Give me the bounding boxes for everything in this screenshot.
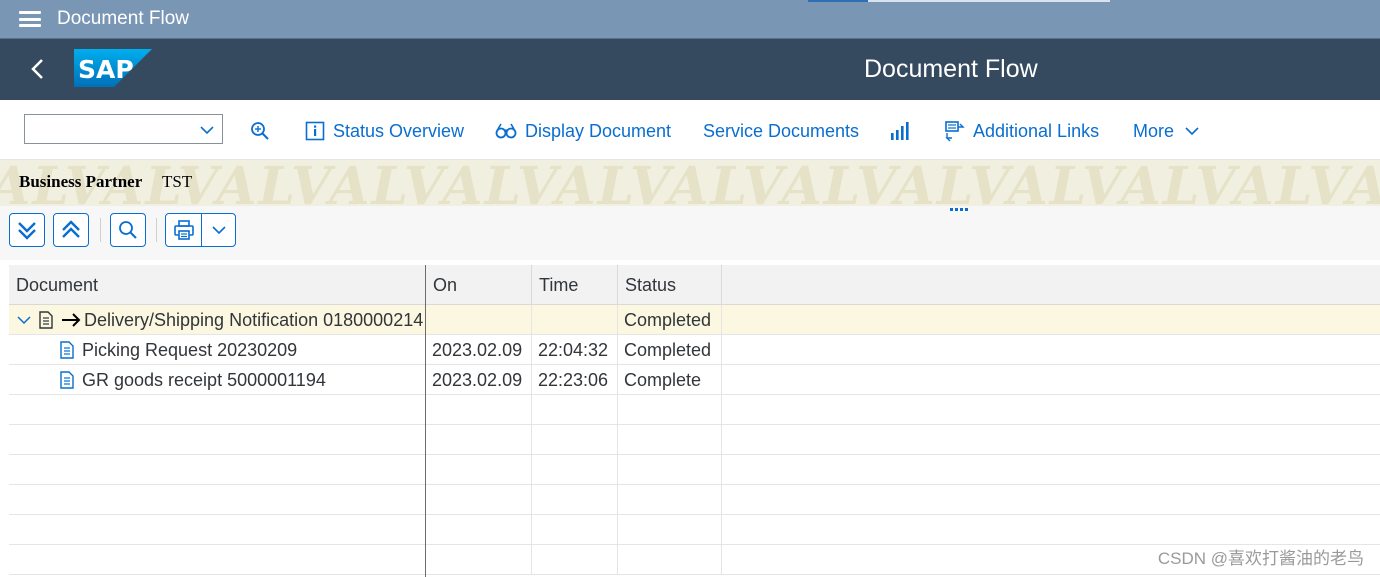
service-documents-label: Service Documents xyxy=(703,120,860,141)
toolbar-separator xyxy=(100,218,101,242)
find-in-list-button[interactable] xyxy=(110,213,146,247)
chevron-down-icon xyxy=(200,126,214,135)
display-document-label: Display Document xyxy=(525,120,672,141)
arrow-right-icon xyxy=(61,311,81,329)
column-header-on[interactable]: On xyxy=(426,265,532,305)
double-chevron-down-icon xyxy=(18,222,36,240)
alv-header-banner: ALVALVALVALVALVALVALVALVALVALVALVALVAL B… xyxy=(0,160,1380,206)
business-partner-label: Business Partner xyxy=(19,172,143,191)
app-header: SAP Document Flow xyxy=(0,38,1380,100)
double-chevron-up-icon xyxy=(62,220,80,238)
search-icon xyxy=(119,221,137,239)
menu-icon[interactable] xyxy=(19,11,41,27)
collapse-all-button[interactable] xyxy=(53,213,89,247)
document-icon xyxy=(58,340,76,360)
alv-toolbar xyxy=(0,206,1380,260)
date-cell: 2023.02.09 xyxy=(426,365,532,395)
column-divider[interactable] xyxy=(425,265,426,577)
additional-links-button[interactable]: Additional Links xyxy=(945,119,1099,143)
glasses-icon xyxy=(495,123,517,139)
document-cell[interactable]: Delivery/Shipping Notification 018000021… xyxy=(9,305,426,335)
additional-links-label: Additional Links xyxy=(973,120,1100,141)
app-toolbar: Status Overview Display Document Service… xyxy=(0,100,1380,160)
status-overview-label: Status Overview xyxy=(333,120,465,141)
shell-title: Document Flow xyxy=(57,8,189,29)
document-name: Delivery/Shipping Notification 018000021… xyxy=(84,309,424,330)
empty-row xyxy=(9,425,1380,455)
column-header-time[interactable]: Time xyxy=(532,265,618,305)
collapse-node-toggle[interactable] xyxy=(15,311,33,329)
filler-cell xyxy=(722,365,1380,395)
shell-bar: Document Flow xyxy=(0,0,1380,38)
chevron-down-icon xyxy=(1185,127,1199,136)
table-row[interactable]: Picking Request 20230209 2023.02.09 22:0… xyxy=(9,335,1380,365)
more-menu-button[interactable]: More xyxy=(1133,119,1208,143)
print-options-button[interactable] xyxy=(202,214,235,246)
chevron-down-icon xyxy=(17,316,31,325)
business-partner-value: TST xyxy=(162,172,193,191)
date-cell: 2023.02.09 xyxy=(426,335,532,365)
document-cell[interactable]: GR goods receipt 5000001194 xyxy=(9,365,426,395)
chevron-left-icon xyxy=(31,59,43,79)
zoom-search-icon xyxy=(251,122,269,140)
info-icon xyxy=(305,121,325,141)
printer-icon xyxy=(173,220,194,240)
document-flow-table: Document On Time Status Delivery/Shippin… xyxy=(9,265,1380,577)
toolbar-separator xyxy=(156,218,157,242)
alv-watermark: ALVALVALVALVALVALVALVALVALVALVALVALVAL xyxy=(0,160,1380,206)
find-button[interactable] xyxy=(250,119,278,143)
column-header-filler xyxy=(722,265,1380,305)
table-row[interactable]: Delivery/Shipping Notification 018000021… xyxy=(9,305,1380,335)
loading-progress-bar xyxy=(808,0,1110,2)
document-icon xyxy=(37,310,55,330)
service-documents-button[interactable]: Service Documents xyxy=(703,119,859,143)
time-cell: 22:04:32 xyxy=(532,335,618,365)
sap-logo: SAP xyxy=(74,49,152,87)
filler-cell xyxy=(722,305,1380,335)
document-cell[interactable]: Picking Request 20230209 xyxy=(9,335,426,365)
page-title: Document Flow xyxy=(864,55,1038,83)
links-icon xyxy=(945,121,965,142)
empty-row xyxy=(9,485,1380,515)
empty-row xyxy=(9,515,1380,545)
chart-button[interactable] xyxy=(890,119,918,143)
status-overview-button[interactable]: Status Overview xyxy=(305,119,464,143)
splitter-handle[interactable] xyxy=(950,208,968,211)
filler-cell xyxy=(722,335,1380,365)
status-cell: Completed xyxy=(618,335,722,365)
print-button[interactable] xyxy=(166,214,202,246)
table-row[interactable]: GR goods receipt 5000001194 2023.02.09 2… xyxy=(9,365,1380,395)
chevron-down-icon xyxy=(211,226,226,235)
document-name: GR goods receipt 5000001194 xyxy=(82,369,326,390)
table-header: Document On Time Status xyxy=(9,265,1380,305)
status-cell: Complete xyxy=(618,365,722,395)
empty-row xyxy=(9,455,1380,485)
back-button[interactable] xyxy=(26,57,50,81)
column-header-document[interactable]: Document xyxy=(9,265,426,305)
print-split-button[interactable] xyxy=(165,213,236,247)
display-document-button[interactable]: Display Document xyxy=(495,119,671,143)
expand-all-button[interactable] xyxy=(9,213,45,247)
time-cell: 22:23:06 xyxy=(532,365,618,395)
more-label: More xyxy=(1133,120,1175,141)
empty-row xyxy=(9,395,1380,425)
document-icon xyxy=(58,370,76,390)
bar-chart-icon xyxy=(891,122,909,140)
date-cell xyxy=(426,305,532,335)
csdn-watermark: CSDN @喜欢打酱油的老鸟 xyxy=(1157,549,1364,568)
time-cell xyxy=(532,305,618,335)
status-cell: Completed xyxy=(618,305,722,335)
variant-select[interactable] xyxy=(24,114,223,144)
svg-text:SAP: SAP xyxy=(78,55,134,84)
column-header-status[interactable]: Status xyxy=(618,265,722,305)
document-name: Picking Request 20230209 xyxy=(82,339,298,360)
